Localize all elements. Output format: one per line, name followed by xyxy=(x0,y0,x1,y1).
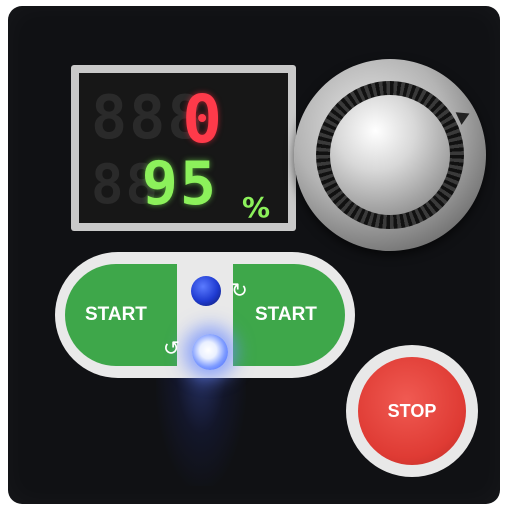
digital-display: 888 88 0 95 % xyxy=(71,65,296,231)
display-screen: 888 88 0 95 % xyxy=(79,73,288,224)
forward-indicator-led xyxy=(191,276,221,306)
knob-cap xyxy=(330,95,450,215)
start-forward-button[interactable]: START xyxy=(255,304,317,326)
rotate-clockwise-icon: ↻ xyxy=(231,278,248,302)
display-top-value: 0 xyxy=(182,81,224,158)
stop-button-bezel: STOP xyxy=(346,345,478,477)
stop-button[interactable]: STOP xyxy=(358,357,466,465)
start-button-face: START START ↻ ↺ xyxy=(65,264,345,370)
display-bottom-value: 95 xyxy=(141,149,218,219)
reverse-indicator-led xyxy=(192,334,228,370)
start-button-group: START START ↻ ↺ xyxy=(55,252,355,378)
start-reverse-button[interactable]: START xyxy=(85,304,147,326)
speed-knob[interactable] xyxy=(294,59,486,251)
stop-label: STOP xyxy=(387,400,437,421)
control-panel: 888 88 0 95 % START START ↻ ↺ STOP xyxy=(8,6,500,504)
percent-unit: % xyxy=(241,191,270,224)
knob-marker-icon xyxy=(455,107,473,125)
knob-grip-ring xyxy=(316,81,464,229)
rotate-counterclockwise-icon: ↺ xyxy=(163,336,180,360)
